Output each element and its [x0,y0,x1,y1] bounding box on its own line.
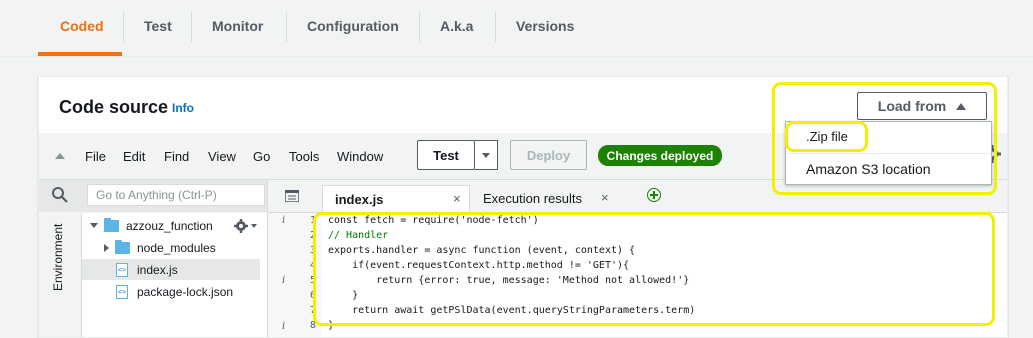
deploy-button[interactable]: Deploy [510,140,587,170]
tab-test[interactable]: Test [144,18,172,34]
close-icon[interactable]: × [601,190,609,205]
caret-down-icon [482,152,490,158]
panel-title: Code source [59,97,169,117]
menu-tools[interactable]: Tools [289,149,319,164]
menu-file[interactable]: File [85,149,106,164]
expand-right-icon [104,243,109,252]
editor-tab-index-js[interactable]: index.js × [322,185,470,212]
collapse-icon[interactable] [55,153,65,159]
editor-tab-execution-results[interactable]: Execution results × [471,185,628,212]
tree-item-label: azzouz_function [126,218,213,233]
tree-file-index-js[interactable]: <> index.js [82,259,260,280]
tab-divider [419,12,420,42]
tree-settings-gear-icon[interactable] [234,219,260,233]
info-icon: i [282,215,286,226]
test-button[interactable]: Test [417,140,475,170]
tab-divider [495,12,496,42]
info-icon: i [282,321,286,332]
go-to-anything-input[interactable] [87,184,265,206]
tree-item-label: node_modules [137,240,216,255]
environment-label: Environment [51,223,65,291]
tree-item-label: index.js [137,262,178,277]
tab-aka[interactable]: A.k.a [440,18,473,34]
tab-divider [286,12,287,42]
tab-configuration[interactable]: Configuration [307,18,399,34]
menu-find[interactable]: Find [164,149,189,164]
menu-edit[interactable]: Edit [123,149,145,164]
info-link[interactable]: Info [172,101,194,115]
close-icon[interactable]: × [453,191,461,206]
tab-divider [123,12,124,42]
editor-tab-label: Execution results [483,191,582,206]
tab-versions[interactable]: Versions [516,18,574,34]
menu-view[interactable]: View [208,149,236,164]
folder-icon [104,217,119,232]
test-dropdown-button[interactable] [475,140,498,170]
tab-divider [191,12,192,42]
file-search-bar [39,180,268,212]
environment-tab[interactable]: Environment [39,213,82,337]
tree-item-label: package-lock.json [137,284,234,299]
add-tab-icon[interactable] [647,188,661,202]
tab-bar-divider [0,56,1033,57]
js-file-icon: <> [116,262,128,277]
info-icon: i [282,275,286,286]
tree-folder-azzouz-function[interactable]: azzouz_function [90,215,213,236]
json-file-icon: <> [116,284,128,299]
file-tree: azzouz_function node_modules <> index.js [82,213,268,337]
editor-tab-label: index.js [335,191,384,207]
highlight-zip-file [785,121,868,152]
tree-folder-node-modules[interactable]: node_modules [104,237,216,258]
tab-coded[interactable]: Coded [60,18,104,34]
tab-list-icon[interactable] [285,190,299,202]
expand-down-icon [90,223,98,228]
highlight-code-block [313,212,995,326]
menu-window[interactable]: Window [337,149,383,164]
folder-icon [115,239,130,254]
tree-file-package-lock[interactable]: <> package-lock.json [116,281,233,302]
search-icon[interactable] [51,186,69,204]
status-badge: Changes deployed [598,145,722,166]
menu-go[interactable]: Go [253,149,270,164]
tab-monitor[interactable]: Monitor [212,18,263,34]
tab-bar: Coded Test Monitor Configuration A.k.a V… [0,0,1033,58]
